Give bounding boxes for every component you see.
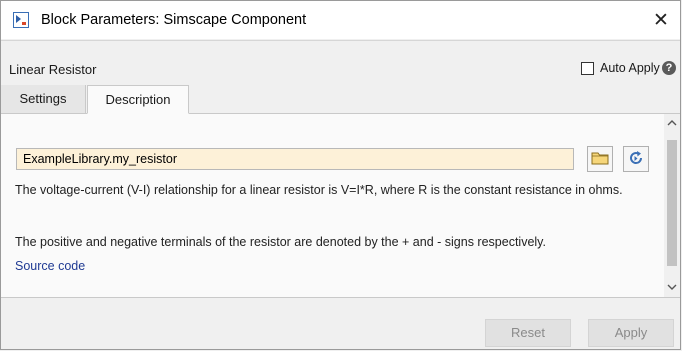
vertical-scrollbar[interactable] bbox=[664, 114, 680, 297]
apply-button[interactable]: Apply bbox=[588, 319, 674, 347]
auto-apply-checkbox-box[interactable] bbox=[581, 61, 594, 75]
description-paragraph: The positive and negative terminals of t… bbox=[15, 235, 546, 249]
chevron-up-icon[interactable] bbox=[666, 116, 678, 128]
scroll-thumb[interactable] bbox=[667, 140, 677, 266]
window-title: Block Parameters: Simscape Component bbox=[41, 12, 307, 28]
block-name: Linear Resistor bbox=[9, 62, 97, 77]
block-header: Linear Resistor Auto Apply ? bbox=[1, 40, 680, 85]
title-bar: Block Parameters: Simscape Component ✕ bbox=[1, 1, 680, 39]
tab-bar: Settings Description bbox=[1, 85, 680, 114]
folder-icon bbox=[591, 150, 609, 169]
refresh-icon bbox=[627, 149, 645, 170]
help-icon[interactable]: ? bbox=[662, 61, 676, 75]
description-panel: ExampleLibrary.my_resistor The voltage-c… bbox=[1, 114, 680, 298]
close-icon[interactable]: ✕ bbox=[648, 7, 674, 33]
auto-apply-label: Auto Apply bbox=[600, 61, 660, 75]
browse-folder-button[interactable] bbox=[587, 146, 613, 172]
simulink-block-icon bbox=[13, 12, 29, 28]
tab-settings[interactable]: Settings bbox=[1, 85, 86, 113]
source-file-field[interactable]: ExampleLibrary.my_resistor bbox=[16, 148, 574, 170]
auto-apply-checkbox[interactable]: Auto Apply bbox=[581, 61, 660, 75]
description-paragraph: The voltage-current (V-I) relationship f… bbox=[15, 183, 623, 197]
chevron-down-icon[interactable] bbox=[666, 280, 678, 292]
reset-button[interactable]: Reset bbox=[485, 319, 571, 347]
refresh-button[interactable] bbox=[623, 146, 649, 172]
block-parameters-dialog: Block Parameters: Simscape Component ✕ L… bbox=[0, 0, 681, 350]
tab-description[interactable]: Description bbox=[87, 85, 189, 114]
source-code-link[interactable]: Source code bbox=[15, 259, 85, 273]
